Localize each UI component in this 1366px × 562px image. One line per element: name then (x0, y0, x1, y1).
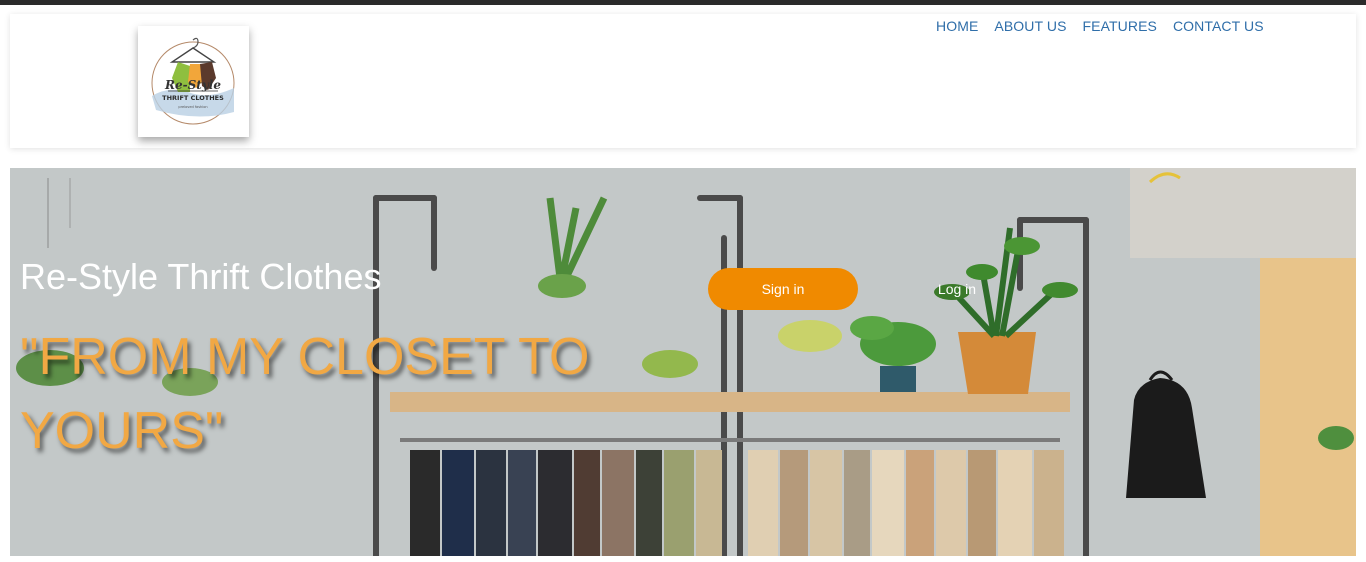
hero-banner: Re-Style Thrift Clothes "FROM MY CLOSET … (10, 168, 1356, 556)
hero-slogan: "FROM MY CLOSET TO YOURS" (20, 328, 590, 460)
site-header: Re-Style THRIFT CLOTHES preloved fashion… (10, 14, 1356, 148)
logo-text-sub: THRIFT CLOTHES (162, 94, 224, 102)
logo-text-tagline: preloved fashion (178, 105, 207, 109)
top-bar (0, 0, 1366, 5)
hero-brand-title: Re-Style Thrift Clothes (20, 256, 382, 297)
logo-image: Re-Style THRIFT CLOTHES preloved fashion (151, 37, 235, 125)
nav-about-us[interactable]: ABOUT US (994, 18, 1066, 34)
logo-text-main: Re-Style (164, 78, 221, 92)
nav-contact-us[interactable]: CONTACT US (1173, 18, 1264, 34)
nav-features[interactable]: FEATURES (1083, 18, 1157, 34)
site-logo[interactable]: Re-Style THRIFT CLOTHES preloved fashion (138, 26, 249, 137)
sign-in-button[interactable]: Sign in (708, 268, 858, 310)
nav-home[interactable]: HOME (936, 18, 978, 34)
main-nav: HOME ABOUT US FEATURES CONTACT US (936, 18, 1280, 34)
log-in-button[interactable]: Log in (922, 268, 992, 310)
